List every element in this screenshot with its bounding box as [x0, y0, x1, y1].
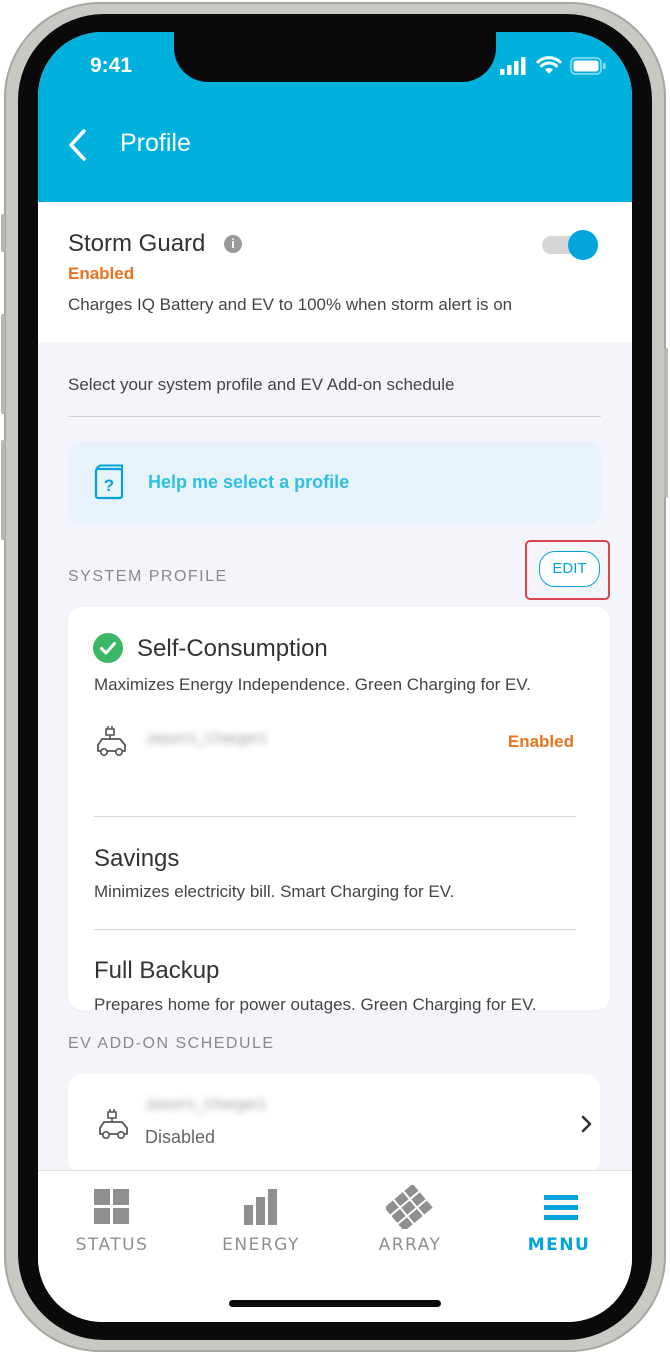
option-description: Prepares home for power outages. Green C… [94, 995, 537, 1014]
ev-charger-row: Jason's_Charger1 Enabled [94, 725, 584, 759]
card-divider [94, 929, 576, 930]
ev-charger-icon [97, 726, 126, 756]
tab-label: STATUS [75, 1235, 149, 1255]
system-profile-section-label: SYSTEM PROFILE [68, 568, 228, 585]
option-title: Savings [94, 845, 180, 872]
ev-schedule-section-label: EV ADD-ON SCHEDULE [68, 1035, 275, 1052]
system-profile-card: Self-Consumption Maximizes Energy Indepe… [68, 607, 610, 1014]
option-description: Maximizes Energy Independence. Green Cha… [94, 675, 531, 694]
option-description: Minimizes electricity bill. Smart Chargi… [94, 882, 455, 901]
storm-guard-description: Charges IQ Battery and EV to 100% when s… [68, 295, 513, 314]
divider [68, 416, 601, 417]
help-link-label: Help me select a profile [148, 472, 350, 492]
tab-label: ARRAY [378, 1235, 442, 1255]
storm-guard-toggle[interactable] [540, 230, 600, 260]
status-grid-icon [94, 1189, 129, 1224]
battery-icon [570, 56, 606, 75]
tab-status[interactable]: STATUS [52, 1171, 172, 1271]
app-header: 9:41 Profile [38, 32, 632, 202]
intro-text: Select your system profile and EV Add-on… [68, 375, 455, 394]
ev-charger-icon [99, 1109, 128, 1139]
tab-menu[interactable]: MENU [499, 1171, 619, 1271]
back-arrow-icon[interactable] [66, 128, 94, 162]
menu-icon [544, 1195, 578, 1220]
energy-bars-icon [244, 1189, 277, 1225]
mute-switch [1, 214, 5, 252]
charger-name: Jason's_Charger1 [145, 1096, 267, 1113]
tab-label: MENU [527, 1235, 591, 1255]
chevron-right-icon [581, 1115, 592, 1133]
camera-notch [174, 32, 496, 82]
storm-guard-title: Storm Guard [68, 230, 206, 257]
option-title: Full Backup [94, 957, 220, 984]
edit-button[interactable]: EDIT [539, 551, 600, 587]
check-circle-icon [93, 633, 123, 663]
card-divider [94, 816, 576, 817]
page-title: Profile [120, 129, 191, 157]
option-title: Self-Consumption [137, 635, 328, 662]
array-panels-icon [386, 1185, 433, 1229]
status-icons [500, 56, 606, 75]
tab-label: ENERGY [222, 1235, 300, 1255]
signal-icon [500, 56, 526, 75]
toggle-knob [568, 230, 598, 260]
power-button [664, 348, 668, 498]
info-icon[interactable]: i [224, 235, 242, 253]
help-book-icon: ? [94, 464, 124, 500]
status-time: 9:41 [90, 54, 133, 77]
wifi-icon [536, 56, 562, 74]
ev-schedule-status: Disabled [145, 1127, 216, 1147]
charger-status: Enabled [507, 732, 574, 751]
volume-down-button [1, 440, 5, 540]
charger-name: Jason's_Charger1 [146, 730, 268, 747]
help-select-profile-link[interactable]: ? Help me select a profile [68, 442, 601, 524]
storm-guard-panel: Storm Guard i Enabled Charges IQ Battery… [38, 202, 632, 342]
tab-energy[interactable]: ENERGY [201, 1171, 321, 1271]
tab-array[interactable]: ARRAY [350, 1171, 470, 1271]
storm-guard-status: Enabled [68, 264, 135, 283]
svg-text:?: ? [104, 476, 114, 495]
ev-schedule-card[interactable]: Jason's_Charger1 Disabled [68, 1074, 600, 1174]
volume-up-button [1, 314, 5, 414]
screen: 9:41 Profile Storm Guard i Enabled Charg… [38, 32, 632, 1322]
home-indicator [229, 1300, 441, 1307]
